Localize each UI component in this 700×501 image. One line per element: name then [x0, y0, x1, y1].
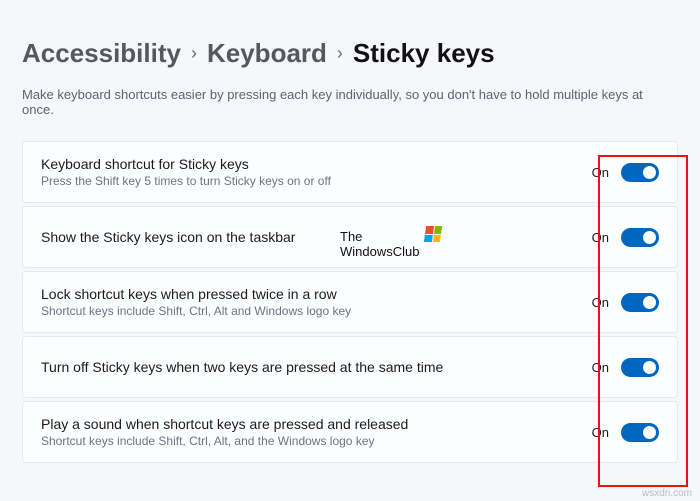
setting-subtitle: Press the Shift key 5 times to turn Stic…	[41, 174, 592, 188]
breadcrumb-accessibility[interactable]: Accessibility	[22, 38, 181, 69]
toggle-state-label: On	[592, 360, 609, 375]
setting-text: Turn off Sticky keys when two keys are p…	[41, 359, 592, 375]
setting-text: Keyboard shortcut for Sticky keys Press …	[41, 156, 592, 188]
setting-row-sound: Play a sound when shortcut keys are pres…	[22, 401, 678, 463]
settings-list: Keyboard shortcut for Sticky keys Press …	[22, 141, 678, 463]
toggle-group: On	[592, 228, 659, 247]
breadcrumb: Accessibility › Keyboard › Sticky keys	[22, 38, 678, 69]
site-watermark: wsxdn.com	[642, 488, 692, 499]
setting-row-taskbar-icon: Show the Sticky keys icon on the taskbar…	[22, 206, 678, 268]
toggle-group: On	[592, 423, 659, 442]
setting-row-lock-keys: Lock shortcut keys when pressed twice in…	[22, 271, 678, 333]
setting-text: Lock shortcut keys when pressed twice in…	[41, 286, 592, 318]
toggle-group: On	[592, 163, 659, 182]
toggle-state-label: On	[592, 230, 609, 245]
toggle-group: On	[592, 358, 659, 377]
setting-subtitle: Shortcut keys include Shift, Ctrl, Alt, …	[41, 434, 592, 448]
setting-row-shortcut: Keyboard shortcut for Sticky keys Press …	[22, 141, 678, 203]
chevron-right-icon: ›	[337, 43, 343, 64]
breadcrumb-current: Sticky keys	[353, 38, 495, 69]
setting-title: Play a sound when shortcut keys are pres…	[41, 416, 592, 432]
setting-title: Keyboard shortcut for Sticky keys	[41, 156, 592, 172]
setting-title: Lock shortcut keys when pressed twice in…	[41, 286, 592, 302]
setting-text: Show the Sticky keys icon on the taskbar	[41, 229, 592, 245]
toggle-switch[interactable]	[621, 228, 659, 247]
toggle-state-label: On	[592, 165, 609, 180]
toggle-switch[interactable]	[621, 163, 659, 182]
setting-subtitle: Shortcut keys include Shift, Ctrl, Alt a…	[41, 304, 592, 318]
toggle-state-label: On	[592, 295, 609, 310]
toggle-switch[interactable]	[621, 293, 659, 312]
toggle-switch[interactable]	[621, 358, 659, 377]
toggle-switch[interactable]	[621, 423, 659, 442]
toggle-state-label: On	[592, 425, 609, 440]
chevron-right-icon: ›	[191, 43, 197, 64]
breadcrumb-keyboard[interactable]: Keyboard	[207, 38, 327, 69]
page-description: Make keyboard shortcuts easier by pressi…	[22, 87, 678, 117]
setting-text: Play a sound when shortcut keys are pres…	[41, 416, 592, 448]
setting-title: Show the Sticky keys icon on the taskbar	[41, 229, 592, 245]
toggle-group: On	[592, 293, 659, 312]
setting-row-two-keys: Turn off Sticky keys when two keys are p…	[22, 336, 678, 398]
setting-title: Turn off Sticky keys when two keys are p…	[41, 359, 592, 375]
